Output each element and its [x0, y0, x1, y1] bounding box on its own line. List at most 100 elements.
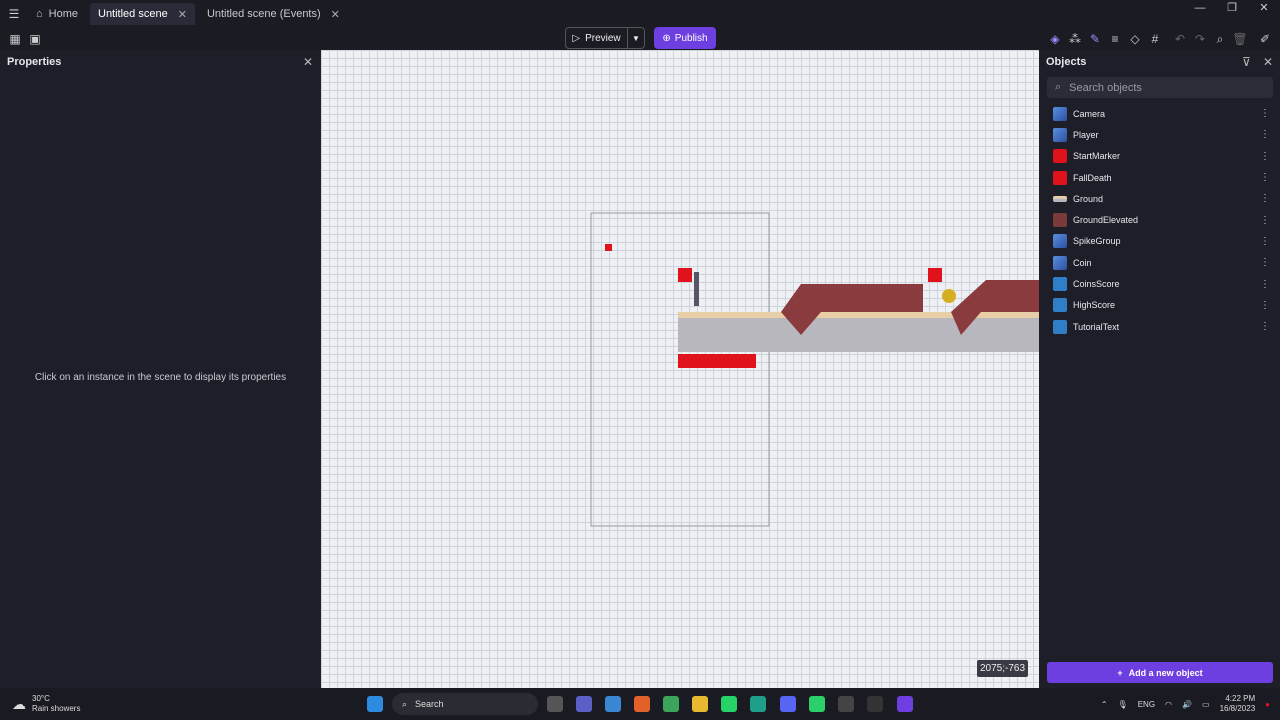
object-item-groundelevated[interactable]: GroundElevated ⋮ — [1039, 209, 1280, 230]
object-item-camera[interactable]: Camera ⋮ — [1039, 103, 1280, 124]
taskbar-search[interactable]: ⌕ Search — [392, 693, 538, 715]
minimize-icon[interactable]: — — [1184, 0, 1216, 16]
more-options-icon[interactable]: ⋮ — [1260, 151, 1270, 162]
tab-untitled-scene-events[interactable]: Untitled scene (Events) ✕ — [199, 3, 348, 25]
object-groups-icon[interactable]: ⁂ — [1067, 31, 1083, 47]
more-options-icon[interactable]: ⋮ — [1260, 129, 1270, 140]
store-icon[interactable] — [605, 696, 621, 712]
scene-canvas[interactable] — [321, 50, 1039, 688]
object-item-falldeath[interactable]: FallDeath ⋮ — [1039, 167, 1280, 188]
close-icon[interactable]: ✕ — [303, 55, 313, 69]
add-object-button[interactable]: + Add a new object — [1047, 662, 1273, 683]
layers-icon[interactable]: ◇ — [1127, 31, 1143, 47]
object-item-tutorialtext[interactable]: TutorialText ⋮ — [1039, 316, 1280, 337]
object-label: Ground — [1073, 193, 1104, 204]
object-item-coin[interactable]: Coin ⋮ — [1039, 252, 1280, 273]
more-options-icon[interactable]: ⋮ — [1260, 172, 1270, 183]
brown-sprite-icon — [1053, 213, 1067, 228]
mic-icon[interactable]: 🎙 — [1118, 700, 1128, 709]
objects-icon[interactable]: ◈ — [1047, 31, 1063, 47]
language-indicator[interactable]: ENG — [1138, 700, 1155, 709]
more-options-icon[interactable]: ⋮ — [1260, 321, 1270, 332]
window-controls: — ❐ ✕ — [1184, 0, 1280, 16]
weather-desc: Rain showers — [32, 704, 81, 713]
zoom-icon[interactable]: ⌕ — [1212, 31, 1228, 47]
object-item-ground[interactable]: Ground ⋮ — [1039, 188, 1280, 209]
undo-icon[interactable]: ↶ — [1172, 31, 1188, 47]
fall-death-marker — [678, 354, 756, 368]
brave-icon[interactable] — [634, 696, 650, 712]
search-box[interactable]: ⌕ — [1047, 77, 1273, 98]
play-icon: ▷ — [572, 32, 581, 44]
globe-icon: ⊕ — [662, 32, 671, 44]
restore-icon[interactable]: ❐ — [1216, 0, 1248, 16]
scene-properties-icon[interactable]: ✐ — [1257, 31, 1273, 47]
delete-icon[interactable]: 🗑 — [1232, 31, 1248, 47]
teams-icon[interactable] — [576, 696, 592, 712]
browser-icon[interactable] — [750, 696, 766, 712]
system-tray: ⌃ 🎙 ENG ◠ 🔊 ▭ 4:22 PM 16/8/2023 ● — [1101, 694, 1270, 714]
task-view-icon[interactable] — [547, 696, 563, 712]
more-options-icon[interactable]: ⋮ — [1260, 257, 1270, 268]
clock[interactable]: 4:22 PM 16/8/2023 — [1220, 694, 1256, 714]
add-object-label: Add a new object — [1128, 667, 1203, 678]
more-options-icon[interactable]: ⋮ — [1260, 300, 1270, 311]
unity-icon[interactable] — [867, 696, 883, 712]
taskbar-search-label: Search — [415, 699, 444, 709]
preview-button[interactable]: ▷ Preview ▼ — [565, 27, 645, 49]
start-marker — [678, 268, 692, 282]
tab-untitled-scene[interactable]: Untitled scene ✕ — [90, 3, 195, 25]
tab-home[interactable]: ⌂ Home — [28, 3, 86, 25]
close-window-icon[interactable]: ✕ — [1248, 0, 1280, 16]
object-item-startmarker[interactable]: StartMarker ⋮ — [1039, 146, 1280, 167]
plus-icon: + — [1117, 667, 1123, 678]
instances-list-icon[interactable]: ≡ — [1107, 31, 1123, 47]
files-icon[interactable] — [692, 696, 708, 712]
edit-icon[interactable]: ✎ — [1087, 31, 1103, 47]
spike-marker — [928, 268, 942, 282]
more-options-icon[interactable]: ⋮ — [1260, 236, 1270, 247]
object-item-highscore[interactable]: HighScore ⋮ — [1039, 295, 1280, 316]
close-icon[interactable]: ✕ — [331, 8, 340, 21]
more-options-icon[interactable]: ⋮ — [1260, 279, 1270, 290]
taskbar: ☁ 30°C Rain showers ⌕ Search ⌃ 🎙 ENG ◠ 🔊… — [0, 688, 1280, 720]
search-objects-input[interactable] — [1069, 81, 1250, 94]
temperature: 30°C — [32, 694, 50, 703]
more-options-icon[interactable]: ⋮ — [1260, 215, 1270, 226]
camera-marker — [605, 244, 612, 251]
gdevelop-icon[interactable] — [897, 696, 913, 712]
volume-icon[interactable]: 🔊 — [1182, 700, 1192, 709]
discord-icon[interactable] — [780, 696, 796, 712]
app-icon[interactable] — [809, 696, 825, 712]
object-item-coinsscore[interactable]: CoinsScore ⋮ — [1039, 273, 1280, 294]
windows-start-icon[interactable] — [367, 696, 383, 712]
more-options-icon[interactable]: ⋮ — [1260, 193, 1270, 204]
close-icon[interactable]: ✕ — [1263, 55, 1273, 69]
redo-icon[interactable]: ↷ — [1192, 31, 1208, 47]
vscode-icon[interactable] — [838, 696, 854, 712]
grid-icon[interactable]: # — [1147, 31, 1163, 47]
object-label: TutorialText — [1073, 321, 1120, 332]
object-item-player[interactable]: Player ⋮ — [1039, 124, 1280, 145]
object-item-spikegroup[interactable]: SpikeGroup ⋮ — [1039, 231, 1280, 252]
objects-panel: Objects ⊽ ✕ ⌕ Camera ⋮ Player ⋮ StartMar… — [1039, 50, 1280, 688]
coin-sprite — [942, 289, 956, 303]
panels-icon[interactable]: ▦ — [7, 31, 23, 47]
menu-icon[interactable]: ☰ — [6, 6, 22, 22]
wifi-icon[interactable]: ◠ — [1165, 700, 1172, 709]
weather-widget[interactable]: ☁ 30°C Rain showers — [12, 694, 80, 714]
close-icon[interactable]: ✕ — [178, 8, 187, 21]
whatsapp-icon[interactable] — [721, 696, 737, 712]
chrome-icon[interactable] — [663, 696, 679, 712]
chevron-up-icon[interactable]: ⌃ — [1101, 700, 1108, 709]
image-icon[interactable]: ▣ — [27, 31, 43, 47]
filter-icon[interactable]: ⊽ — [1242, 55, 1251, 69]
chevron-down-icon[interactable]: ▼ — [628, 34, 644, 43]
text-object-icon — [1053, 298, 1067, 313]
clock-time: 4:22 PM — [1225, 694, 1256, 703]
notification-icon[interactable]: ● — [1265, 700, 1270, 709]
scene-svg — [590, 212, 1039, 527]
battery-icon[interactable]: ▭ — [1202, 700, 1210, 709]
publish-button[interactable]: ⊕ Publish — [654, 27, 716, 49]
more-options-icon[interactable]: ⋮ — [1260, 108, 1270, 119]
